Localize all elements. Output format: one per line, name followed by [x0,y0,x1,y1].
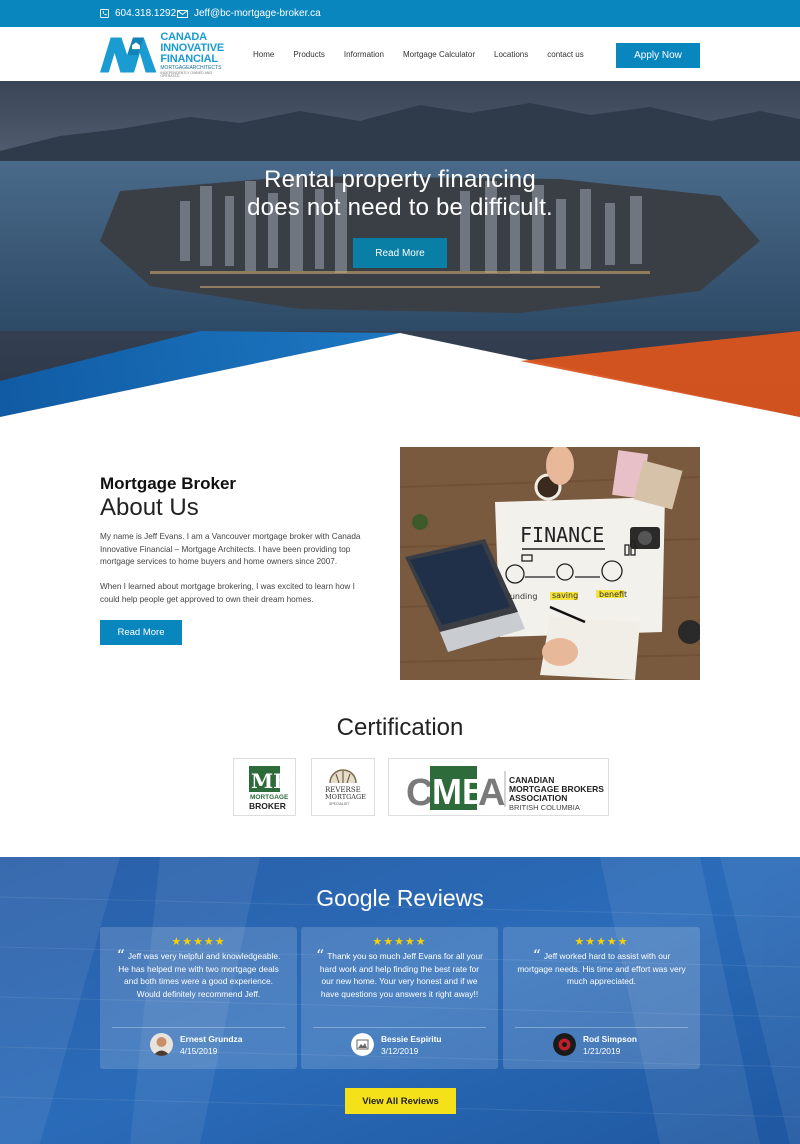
apply-now-button[interactable]: Apply Now [616,43,700,68]
review-quote: “Thank you so much Jeff Evans for all yo… [313,948,486,1000]
certification-title: Certification [336,714,464,741]
finance-desk-image: FINANCE funding saving benefit [399,445,702,680]
logo-line-4: MORTGAGEARCHITECTS [160,64,222,71]
avatar [351,1033,374,1056]
review-quote: “Jeff was very helpful and knowledgeable… [112,948,285,1000]
mb-word-2: BROKER [249,801,286,811]
nav-products[interactable]: Products [293,50,325,59]
logo-mark-icon [100,37,157,73]
card-divider [515,1027,688,1028]
reviewer-name: Bessie Espiritu [381,1034,442,1044]
avatar [150,1033,173,1056]
finance-heading-text: FINANCE [520,523,604,547]
mb-word-1: MORTGAGE [250,794,289,801]
finance-label-saving: saving [552,591,578,600]
about-subtitle: Mortgage Broker [100,474,237,493]
star-rating: ★★★★★ [372,936,427,948]
nav-information[interactable]: Information [344,50,384,59]
review-card: ★★★★★ “Jeff worked hard to assist with o… [503,927,700,1069]
cmba-line-3: ASSOCIATION [509,793,567,803]
reverse-word-2: MORTGAGE [325,793,366,801]
cmba-badge: C MB A CANADIAN MORTGAGE BROKERS ASSOCIA… [388,758,609,816]
star-rating: ★★★★★ [171,936,226,948]
nav-home[interactable]: Home [253,50,274,59]
about-paragraph-1: My name is Jeff Evans. I am a Vancouver … [100,532,361,566]
hero-heading-line-2: does not need to be difficult. [247,194,553,221]
view-all-reviews-button[interactable]: View All Reviews [345,1088,456,1114]
review-card: ★★★★★ “Thank you so much Jeff Evans for … [301,927,498,1069]
main-nav: Home Products Information Mortgage Calcu… [253,27,603,81]
review-date: 1/21/2019 [583,1046,621,1056]
nav-locations[interactable]: Locations [494,50,528,59]
mb-mark: MB [251,769,290,793]
reverse-mortgage-badge: REVERSE MORTGAGE SPECIALIST [311,758,375,816]
phone-link[interactable]: 604.318.1292 [100,0,176,27]
about-paragraph-2: When I learned about mortgage brokering,… [100,582,355,604]
hero-heading: Rental property financing does not need … [0,166,800,222]
hero-banner: Rental property financing does not need … [0,81,800,417]
google-reviews-section: Google Reviews ★★★★★ “Jeff was very help… [0,857,800,1144]
quote-mark-icon: “ [532,946,541,965]
review-text: Thank you so much Jeff Evans for all you… [319,951,483,999]
review-text: Jeff was very helpful and knowledgeable.… [118,951,281,999]
phone-number: 604.318.1292 [115,8,177,19]
review-text: Jeff worked hard to assist with our mort… [517,951,686,986]
review-date: 4/15/2019 [180,1046,218,1056]
about-read-more-button[interactable]: Read More [100,620,182,645]
cmba-letter-c: C [406,772,433,814]
site-header: CANADA INNOVATIVE FINANCIAL MORTGAGEARCH… [0,27,800,81]
review-quote: “Jeff worked hard to assist with our mor… [515,948,688,988]
finance-label-funding: funding [507,592,537,601]
cmba-letter-a: A [478,772,505,814]
review-card: ★★★★★ “Jeff was very helpful and knowled… [100,927,297,1069]
logo-line-3: FINANCIAL [160,52,218,65]
reviewer-name: Ernest Grundza [180,1034,243,1044]
logo[interactable]: CANADA INNOVATIVE FINANCIAL MORTGAGEARCH… [100,30,230,78]
quote-mark-icon: “ [316,946,325,965]
email-link[interactable]: Jeff@bc-mortgage-broker.ca [177,0,321,27]
about-title: About Us [100,494,199,521]
reviewer-name: Rod Simpson [583,1034,637,1044]
mortgage-broker-badge: MB MORTGAGE BROKER [233,758,296,816]
review-date: 3/12/2019 [381,1046,419,1056]
nav-contact-us[interactable]: contact us [547,50,583,59]
reverse-word-3: SPECIALIST [329,802,350,806]
card-divider [112,1027,285,1028]
cmba-line-4: BRITISH COLUMBIA [509,803,580,812]
quote-mark-icon: “ [116,946,125,965]
avatar [553,1033,576,1056]
reviews-title: Google Reviews [316,885,484,911]
logo-line-5: INDEPENDENTLY OWNED AND OPERATED [160,70,212,78]
envelope-icon [177,9,188,18]
finance-label-benefit: benefit [599,590,627,599]
logo-line-1: CANADA [160,30,207,43]
top-contact-bar: 604.318.1292 Jeff@bc-mortgage-broker.ca [0,0,800,27]
logo-line-2: INNOVATIVE [160,41,224,54]
phone-icon [100,9,109,18]
email-address: Jeff@bc-mortgage-broker.ca [194,8,321,19]
card-divider [313,1027,486,1028]
hero-read-more-button[interactable]: Read More [353,238,447,268]
nav-mortgage-calculator[interactable]: Mortgage Calculator [403,50,475,59]
hero-heading-line-1: Rental property financing [264,166,536,193]
